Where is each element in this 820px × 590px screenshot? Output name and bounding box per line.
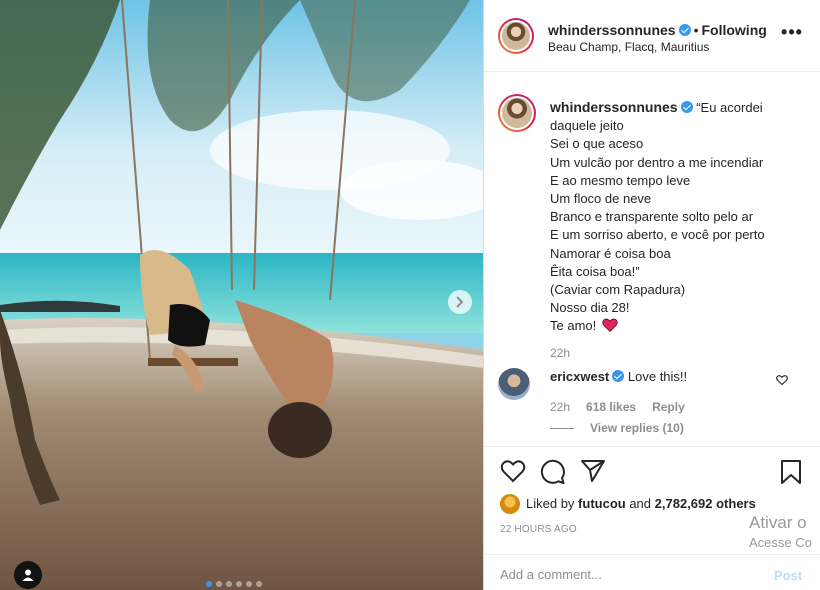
add-comment-bar: Post [484,554,820,590]
comment: ericxwest Love this!! [550,369,687,384]
post-caption: whinderssonnunes “Eu acordei daquele jei… [550,98,812,336]
comment-text: Love this!! [627,369,688,384]
view-replies-button[interactable]: View replies (10) [550,421,684,435]
post-header: whinderssonnunes • Following Beau Champ, F… [484,0,820,72]
carousel-dot [226,581,232,587]
caption-text: “Eu acordei daquele jeito Sei o que aces… [550,100,765,334]
carousel-indicator [206,581,262,587]
verified-badge-icon [678,24,691,36]
post-detail-panel: whinderssonnunes • Following Beau Champ, F… [484,0,820,590]
caption-author-avatar[interactable] [498,94,536,132]
commenter-avatar[interactable] [498,368,530,400]
author-avatar[interactable] [498,18,534,54]
post-comment-button[interactable]: Post [774,568,802,583]
commenter-username[interactable]: ericxwest [550,369,609,384]
liked-by: Liked by futucou and 2,782,692 others [500,494,756,514]
view-replies-label: View replies (10) [590,421,684,435]
comment-meta: 22h 618 likes Reply [550,400,685,414]
post-location[interactable]: Beau Champ, Flacq, Mauritius [548,40,709,54]
carousel-dot [216,581,222,587]
chevron-right-icon [456,296,464,308]
liked-by-prefix: Liked by [526,496,575,511]
liker-username[interactable]: futucou [578,496,626,511]
comment-input[interactable] [500,567,760,582]
likes-count[interactable]: 2,782,692 others [655,496,756,511]
liker-avatar[interactable] [500,494,520,514]
like-heart-icon[interactable] [500,459,526,483]
post-timestamp[interactable]: 22 HOURS AGO [500,524,577,535]
tagged-users-button[interactable] [14,561,42,589]
post-photo[interactable] [0,0,484,590]
action-bar [484,446,820,496]
separator-dot: • [693,22,699,38]
caption-username[interactable]: whinderssonnunes [550,99,678,115]
comment-bubble-icon[interactable] [540,459,566,485]
red-heart-emoji-icon [602,319,618,333]
liked-by-and: and [629,496,652,511]
verified-badge-icon [612,370,625,382]
verified-badge-icon [680,101,693,113]
reply-button[interactable]: Reply [652,400,685,414]
replies-divider [550,428,574,430]
next-photo-button[interactable] [448,290,472,314]
comment-likes[interactable]: 618 likes [586,400,636,414]
carousel-dot [256,581,262,587]
carousel-dot [236,581,242,587]
author-username[interactable]: whinderssonnunes [548,22,676,38]
user-icon [22,569,34,581]
comment-time: 22h [550,400,571,414]
carousel-dot [206,581,212,587]
beach-swing-photo [0,0,483,590]
more-options-icon[interactable]: ••• [780,23,804,46]
caption-timestamp: 22h [550,346,571,360]
following-button[interactable]: Following [701,22,766,38]
save-bookmark-icon[interactable] [780,459,802,485]
like-comment-heart-icon[interactable] [776,374,788,386]
share-send-icon[interactable] [580,459,606,483]
carousel-dot [246,581,252,587]
